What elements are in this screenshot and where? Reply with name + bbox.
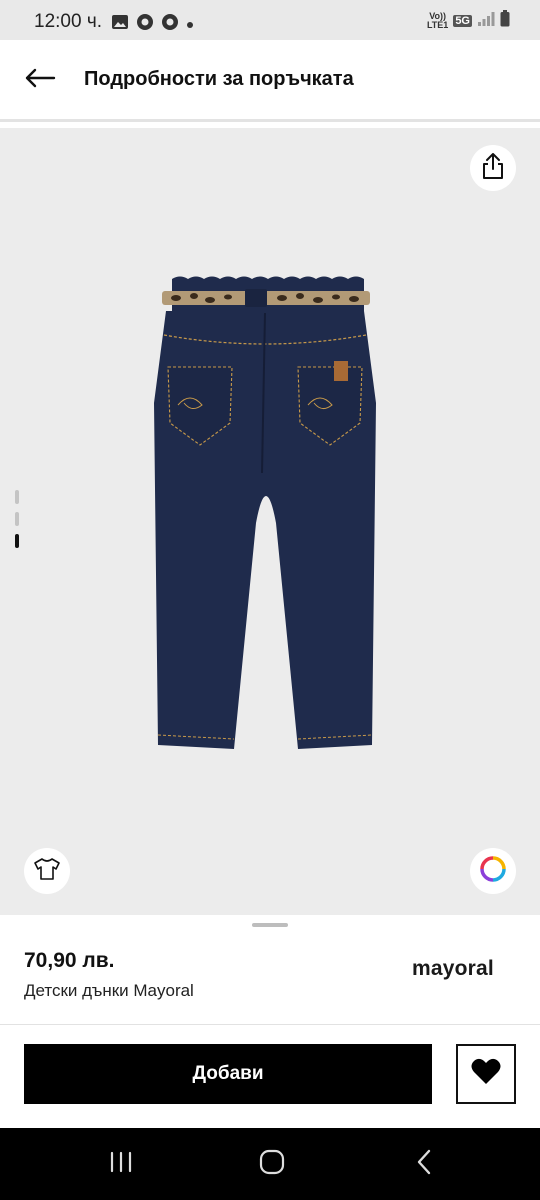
page-title: Подробности за поръчката (84, 68, 354, 90)
product-price: 70,90 лв. (24, 949, 115, 972)
color-wheel-icon (479, 855, 507, 888)
home-icon (259, 1149, 285, 1180)
gallery-dot (15, 512, 19, 526)
recent-apps-button[interactable] (101, 1146, 141, 1182)
notification-icons (111, 13, 194, 36)
system-back-button[interactable] (404, 1146, 444, 1182)
status-bar: 12:00 ч. Vo)) LTE1 5G (0, 0, 540, 40)
favorite-button[interactable] (456, 1044, 516, 1104)
chrome-notification-icon (136, 13, 154, 36)
share-icon (481, 152, 505, 185)
brand-logo: mayoral (412, 957, 494, 980)
status-right-icons: Vo)) LTE1 5G (427, 10, 510, 32)
signal-icon (477, 11, 495, 32)
action-bar: Добави (0, 1026, 540, 1128)
back-button[interactable] (20, 62, 60, 98)
gallery-indicator (15, 490, 21, 550)
battery-icon (500, 10, 510, 32)
product-image-jeans (150, 273, 380, 761)
chevron-left-icon (416, 1149, 432, 1180)
sheet-drag-handle[interactable] (252, 923, 288, 927)
network-type-badge: 5G (453, 15, 472, 27)
product-gallery[interactable] (0, 128, 540, 915)
recent-apps-icon (109, 1151, 133, 1178)
gallery-dot (15, 490, 19, 504)
volte-indicator: Vo)) LTE1 (426, 11, 449, 30)
share-button[interactable] (470, 145, 516, 191)
more-notifications-dot (186, 16, 194, 34)
add-button[interactable]: Добави (24, 1044, 432, 1104)
back-arrow-icon (24, 68, 56, 93)
size-fit-button[interactable] (24, 848, 70, 894)
product-name: Детски дънки Mayoral (24, 981, 194, 1000)
product-info-sheet: 70,90 лв. Детски дънки Mayoral mayoral (0, 915, 540, 1025)
tshirt-icon (33, 857, 61, 886)
chrome-notification-icon (161, 13, 179, 36)
app-header: Подробности за поръчката (0, 40, 540, 122)
color-select-button[interactable] (470, 848, 516, 894)
gallery-notification-icon (111, 14, 129, 35)
gallery-dot-active (15, 534, 19, 548)
status-time: 12:00 ч. (34, 11, 103, 32)
home-button[interactable] (252, 1146, 292, 1182)
heart-icon (471, 1058, 501, 1090)
system-nav-bar (0, 1128, 540, 1200)
